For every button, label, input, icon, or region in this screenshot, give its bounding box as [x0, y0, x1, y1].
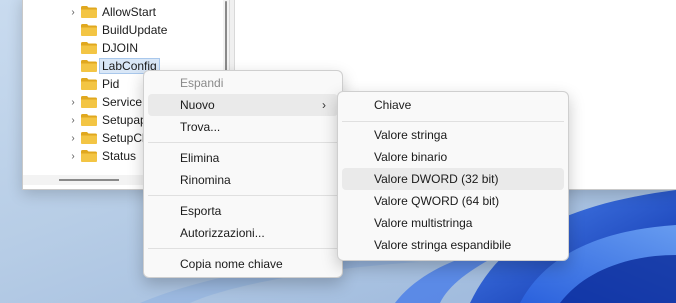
submenu-item-key[interactable]: Chiave	[342, 94, 564, 116]
menu-separator	[148, 142, 338, 143]
scrollbar-thumb[interactable]	[59, 179, 119, 181]
tree-item-label: AllowStart	[102, 5, 157, 19]
tree-item-label: Service	[102, 95, 143, 109]
new-submenu: Chiave Valore stringa Valore binario Val…	[337, 91, 569, 261]
menu-item-delete[interactable]: Elimina	[148, 147, 338, 169]
tree-item-label: DJOIN	[102, 41, 138, 55]
menu-item-rename[interactable]: Rinomina	[148, 169, 338, 191]
folder-icon	[81, 132, 97, 144]
tree-item-buildupdate[interactable]: BuildUpdate	[23, 21, 223, 39]
chevron-right-icon[interactable]: ›	[67, 97, 79, 108]
folder-icon	[81, 24, 97, 36]
tree-item-allowstart[interactable]: › AllowStart	[23, 3, 223, 21]
submenu-item-string-value[interactable]: Valore stringa	[342, 124, 564, 146]
folder-icon	[81, 114, 97, 126]
submenu-item-multistring-value[interactable]: Valore multistringa	[342, 212, 564, 234]
folder-icon	[81, 60, 97, 72]
folder-icon	[81, 150, 97, 162]
menu-item-new[interactable]: Nuovo ›	[148, 94, 338, 116]
folder-icon	[81, 96, 97, 108]
desktop: › AllowStart BuildUpdate DJOIN LabConfig	[0, 0, 676, 303]
submenu-item-dword-value[interactable]: Valore DWORD (32 bit)	[342, 168, 564, 190]
chevron-right-icon[interactable]: ›	[67, 151, 79, 162]
menu-item-copy-key-name[interactable]: Copia nome chiave	[148, 253, 338, 275]
tree-item-label: Status	[102, 149, 137, 163]
context-menu: Espandi Nuovo › Trova... Elimina Rinomin…	[143, 70, 343, 278]
tree-item-djoin[interactable]: DJOIN	[23, 39, 223, 57]
folder-icon	[81, 6, 97, 18]
menu-separator	[342, 121, 564, 122]
submenu-item-qword-value[interactable]: Valore QWORD (64 bit)	[342, 190, 564, 212]
chevron-right-icon[interactable]: ›	[67, 7, 79, 18]
submenu-item-expandable-string-value[interactable]: Valore stringa espandibile	[342, 234, 564, 256]
tree-item-label: SetupCl	[102, 131, 145, 145]
chevron-right-icon: ›	[322, 98, 326, 112]
menu-item-new-label: Nuovo	[180, 98, 215, 112]
menu-item-find[interactable]: Trova...	[148, 116, 338, 138]
submenu-item-binary-value[interactable]: Valore binario	[342, 146, 564, 168]
chevron-right-icon[interactable]: ›	[67, 133, 79, 144]
tree-item-label: Pid	[102, 77, 120, 91]
menu-separator	[148, 248, 338, 249]
tree-item-label: BuildUpdate	[102, 23, 168, 37]
menu-separator	[148, 195, 338, 196]
folder-icon	[81, 78, 97, 90]
menu-item-expand: Espandi	[180, 76, 224, 90]
menu-item-permissions[interactable]: Autorizzazioni...	[148, 222, 338, 244]
chevron-right-icon[interactable]: ›	[67, 115, 79, 126]
menu-item-export[interactable]: Esporta	[148, 200, 338, 222]
folder-icon	[81, 42, 97, 54]
tree-item-label: Setupap	[102, 113, 147, 127]
